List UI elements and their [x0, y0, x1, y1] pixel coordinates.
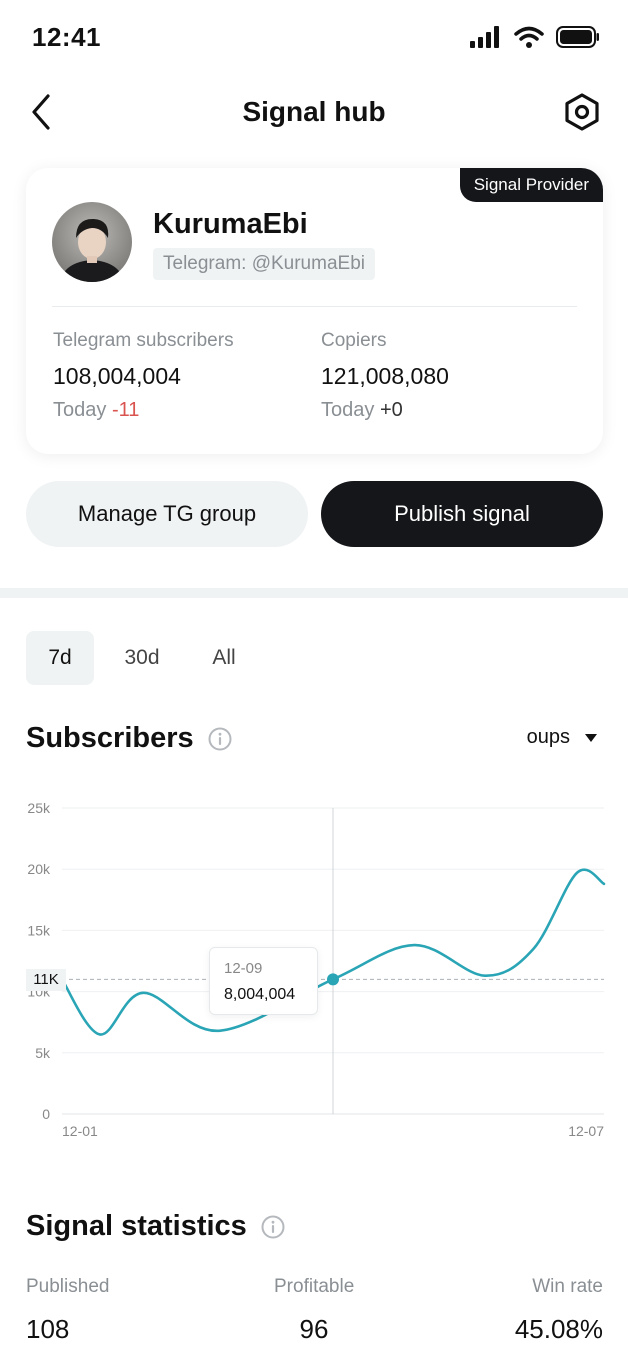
tooltip-value: 8,004,004 — [224, 986, 296, 1003]
profile-name: KurumaEbi — [153, 208, 308, 240]
profitable-label: Profitable — [274, 1276, 355, 1297]
wifi-icon — [514, 26, 544, 48]
tab-30d[interactable]: 30d — [108, 631, 176, 685]
win-rate-value: 45.08% — [514, 1314, 603, 1344]
battery-icon — [556, 26, 599, 48]
y-tick-label: 20k — [27, 861, 51, 877]
group-dropdown-label: oups — [526, 726, 570, 748]
win-rate-label: Win rate — [532, 1276, 603, 1297]
y-tick-label: 0 — [42, 1106, 50, 1122]
copiers-stat: Copiers 121,008,080 Today +0 — [321, 330, 449, 422]
copiers-today: Today +0 — [321, 399, 449, 422]
status-icons — [470, 26, 600, 48]
published-stat: Published 108 — [26, 1276, 109, 1345]
manage-tg-group-button[interactable]: Manage TG group — [26, 481, 308, 547]
tooltip-date: 12-09 — [224, 960, 263, 977]
cellular-signal-icon — [470, 26, 499, 48]
subscribers-value: 108,004,004 — [53, 363, 181, 389]
subscribers-label: Telegram subscribers — [53, 330, 234, 351]
subscribers-today: Today -11 — [53, 399, 234, 422]
today-label: Today — [321, 399, 375, 421]
section-divider — [0, 588, 628, 598]
info-icon[interactable] — [261, 1215, 285, 1239]
info-icon[interactable] — [208, 727, 232, 751]
copiers-label: Copiers — [321, 330, 387, 351]
tab-all[interactable]: All — [190, 631, 258, 685]
copiers-value: 121,008,080 — [321, 363, 449, 389]
subscribers-title: Subscribers — [26, 722, 194, 754]
caret-down-icon — [585, 733, 597, 742]
reference-value-marker: 11K — [26, 969, 66, 991]
telegram-handle: Telegram: @KurumaEbi — [153, 248, 375, 280]
nav-bar: Signal hub — [0, 80, 628, 146]
win-rate-stat: Win rate 45.08% — [515, 1276, 603, 1345]
signal-statistics-title: Signal statistics — [26, 1210, 247, 1242]
tab-7d[interactable]: 7d — [26, 631, 94, 685]
status-bar: 12:41 — [0, 0, 628, 76]
profile-card: Signal Provider KurumaEbi Telegram: @Kur… — [26, 168, 603, 454]
chart-tooltip: 12-09 8,004,004 — [209, 947, 318, 1015]
avatar-photo — [52, 202, 132, 282]
page-title: Signal hub — [242, 96, 386, 127]
settings-hexagon-icon — [565, 93, 599, 131]
profitable-value: 96 — [299, 1314, 329, 1344]
published-label: Published — [26, 1276, 110, 1297]
signal-provider-badge: Signal Provider — [459, 168, 603, 202]
subscribers-stat: Telegram subscribers 108,004,004 Today -… — [53, 330, 234, 422]
subscribers-today-delta: -11 — [111, 399, 140, 421]
group-dropdown[interactable]: oups — [527, 726, 598, 749]
y-tick-label: 15k — [27, 922, 51, 938]
settings-button[interactable] — [562, 92, 602, 132]
y-tick-label: 25k — [27, 800, 51, 816]
card-divider — [52, 306, 577, 307]
highlight-point — [327, 973, 339, 986]
today-label: Today — [53, 399, 107, 421]
status-time: 12:41 — [32, 22, 101, 52]
period-tabs: 7d 30d All — [26, 631, 272, 685]
x-tick-label: 12-07 — [568, 1123, 604, 1139]
avatar — [52, 202, 132, 282]
x-tick-label: 12-01 — [62, 1123, 98, 1139]
y-tick-label: 5k — [35, 1045, 51, 1061]
copiers-today-delta: +0 — [379, 399, 403, 421]
publish-signal-button[interactable]: Publish signal — [321, 481, 603, 547]
profitable-stat: Profitable 96 — [274, 1276, 354, 1345]
published-value: 108 — [26, 1314, 70, 1344]
